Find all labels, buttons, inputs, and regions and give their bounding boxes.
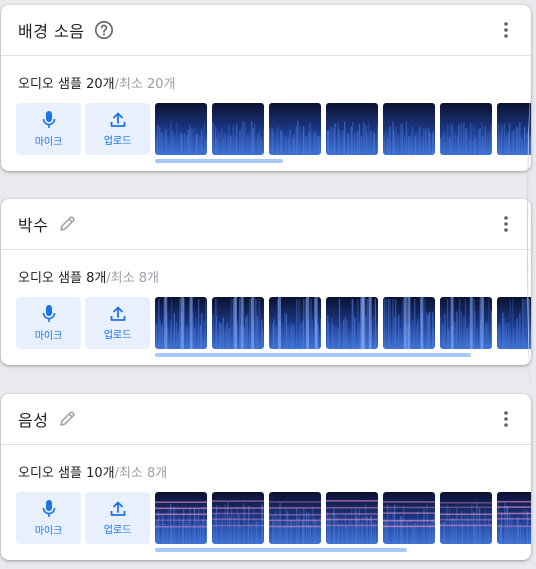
thumbnail-scrollbar[interactable] [155,548,407,552]
spectrogram-strip[interactable] [155,492,531,544]
upload-label: 업로드 [103,525,132,536]
spectrogram-thumbnail[interactable] [212,103,264,155]
upload-label: 업로드 [103,136,132,147]
upload-icon [110,306,125,321]
upload-button[interactable]: 업로드 [85,492,150,544]
mic-label: 마이크 [34,331,63,342]
more-vert-icon[interactable] [495,408,517,430]
sample-count-text: 오디오 샘플 20개 [18,77,115,92]
sample-count-text: 오디오 샘플 8개 [18,271,107,286]
card-header: 박수 [1,199,531,250]
pencil-icon[interactable] [58,410,76,428]
spectrogram-thumbnail[interactable] [497,492,531,544]
spectrogram-thumbnail[interactable] [155,492,207,544]
pencil-icon[interactable] [58,215,76,233]
spectrogram-thumbnail[interactable] [155,103,207,155]
sample-count: 오디오 샘플 20개/최소 20개 [18,73,176,92]
upload-button[interactable]: 업로드 [85,297,150,349]
minimum-count-text: /최소 8개 [114,466,168,481]
spectrogram-thumbnail[interactable] [212,297,264,349]
spectrogram-thumbnail[interactable] [269,103,321,155]
spectrogram-strip[interactable] [155,297,531,349]
more-vert-icon[interactable] [495,213,517,235]
spectrogram-thumbnail[interactable] [440,103,492,155]
upload-button[interactable]: 업로드 [85,103,150,155]
mic-label: 마이크 [34,526,63,537]
card-header: 음성 [1,394,531,445]
mic-button[interactable]: 마이크 [16,492,81,544]
spectrogram-thumbnail[interactable] [497,103,531,155]
spectrogram-thumbnail[interactable] [440,492,492,544]
spectrogram-thumbnail[interactable] [383,492,435,544]
sample-count: 오디오 샘플 10개/최소 8개 [18,462,167,481]
mic-button[interactable]: 마이크 [16,297,81,349]
spectrogram-thumbnail[interactable] [155,297,207,349]
class-card-background-noise: 배경 소음 오디오 샘플 20개/최소 20개 마이크 업로드 [1,5,531,171]
class-title: 배경 소음 [18,22,85,41]
mic-label: 마이크 [34,137,63,148]
spectrogram-strip[interactable] [155,103,531,155]
spectrogram-thumbnail[interactable] [326,492,378,544]
class-card-clap: 박수 오디오 샘플 8개/최소 8개 마이크 업로드 [1,199,531,365]
spectrogram-thumbnail[interactable] [269,297,321,349]
spectrogram-thumbnail[interactable] [497,297,531,349]
upload-icon [110,112,125,127]
minimum-count-text: /최소 20개 [114,77,176,92]
mic-icon [42,500,55,517]
mic-icon [42,305,55,322]
spectrogram-thumbnail[interactable] [269,492,321,544]
upload-icon [110,501,125,516]
mic-button[interactable]: 마이크 [16,103,81,155]
minimum-count-text: /최소 8개 [106,271,159,286]
sample-count-text: 오디오 샘플 10개 [18,466,115,481]
more-vert-icon[interactable] [495,19,517,41]
spectrogram-thumbnail[interactable] [326,297,378,349]
class-title: 박수 [18,216,49,235]
spectrogram-thumbnail[interactable] [440,297,492,349]
mic-icon [42,111,55,128]
spectrogram-thumbnail[interactable] [326,103,378,155]
help-circle-icon[interactable] [94,20,114,40]
spectrogram-thumbnail[interactable] [383,103,435,155]
upload-label: 업로드 [103,330,132,341]
spectrogram-thumbnail[interactable] [383,297,435,349]
card-header: 배경 소음 [1,5,531,56]
sample-count: 오디오 샘플 8개/최소 8개 [18,267,159,286]
class-card-voice: 음성 오디오 샘플 10개/최소 8개 마이크 업로드 [1,394,531,560]
class-title: 음성 [18,411,49,430]
spectrogram-thumbnail[interactable] [212,492,264,544]
page-edge-decoration [527,90,536,390]
thumbnail-scrollbar[interactable] [155,159,283,163]
thumbnail-scrollbar[interactable] [155,353,471,357]
